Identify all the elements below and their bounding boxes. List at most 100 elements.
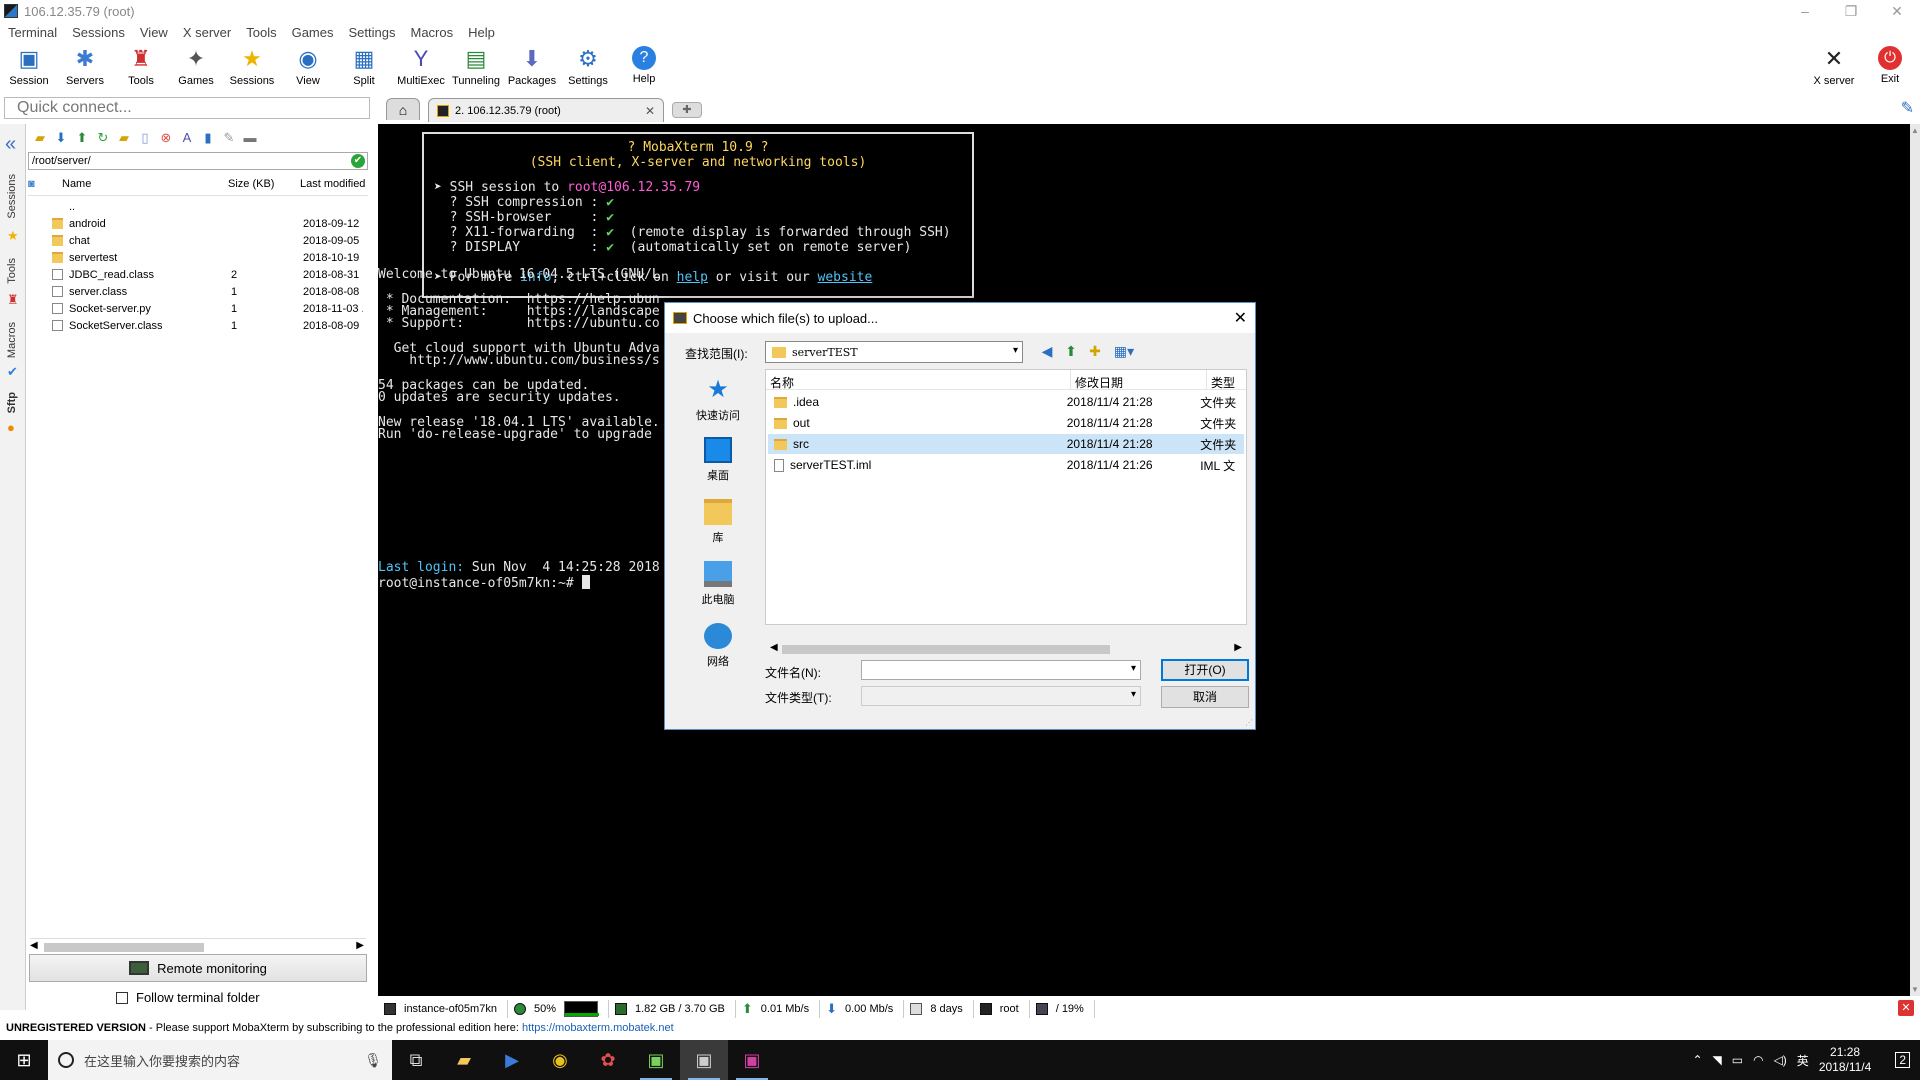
scroll-right-icon[interactable]: ▶ [1234, 642, 1242, 653]
pycharm-button[interactable]: ▣ [632, 1040, 680, 1080]
remote-monitoring-button[interactable]: Remote monitoring [29, 954, 367, 982]
chevron-down-icon[interactable]: ▾ [1131, 663, 1136, 674]
column-name[interactable]: 名称 [766, 370, 1071, 390]
dialog-file-row[interactable]: .idea 2018/11/4 21:28 文件夹 [768, 392, 1244, 412]
close-window-button[interactable]: ✕ [1874, 0, 1920, 22]
up-folder-icon[interactable]: ⬆ [1063, 343, 1079, 359]
website-link[interactable]: website [818, 270, 873, 285]
mobatek-link[interactable]: https://mobaxterm.mobatek.net [522, 1022, 674, 1034]
cancel-button[interactable]: 取消 [1161, 686, 1249, 708]
exit-button[interactable]: ⏻ Exit [1860, 42, 1920, 92]
task-view-button[interactable]: ⧉ [392, 1040, 440, 1080]
prompt-line[interactable]: root@instance-of05m7kn:~# [378, 575, 590, 591]
minimize-button[interactable]: – [1782, 0, 1828, 22]
battery-icon[interactable]: ▭ [1732, 1053, 1743, 1067]
menu-settings[interactable]: Settings [345, 25, 407, 40]
vtab-sftp[interactable]: Sftp [6, 392, 18, 413]
column-name[interactable]: Name [56, 178, 228, 195]
refresh-icon[interactable]: ↻ [95, 130, 111, 146]
mobaxterm-taskbar-button[interactable]: ▣ [680, 1040, 728, 1080]
chevron-down-icon[interactable]: ▾ [1131, 689, 1136, 700]
new-folder-icon[interactable]: ▰ [116, 130, 132, 146]
tools-button[interactable]: ♜ Tools [111, 42, 171, 92]
menu-xserver[interactable]: X server [179, 25, 242, 40]
tab-session-106-12-35-79[interactable]: 2. 106.12.35.79 (root) ✕ [428, 98, 664, 122]
scroll-thumb[interactable] [782, 645, 1110, 654]
filename-input[interactable]: ▾ [861, 660, 1141, 680]
xserver-button[interactable]: ✕ X server [1804, 42, 1864, 92]
menu-sessions[interactable]: Sessions [68, 25, 136, 40]
status-close-icon[interactable]: ✕ [1898, 1000, 1914, 1016]
chrome-button[interactable]: ◉ [536, 1040, 584, 1080]
rename-icon[interactable]: A [179, 130, 195, 146]
back-icon[interactable]: ◀ [1039, 343, 1055, 359]
edit-icon[interactable]: ✎ [221, 130, 237, 146]
taskbar-clock[interactable]: 21:28 2018/11/4 [1819, 1045, 1872, 1075]
menu-macros[interactable]: Macros [406, 25, 464, 40]
help-button[interactable]: ? Help [614, 42, 674, 92]
menu-terminal[interactable]: Terminal [4, 25, 68, 40]
terminal-sync-icon[interactable]: ▬ [242, 130, 258, 146]
vtab-macros[interactable]: Macros [6, 322, 18, 358]
app-button[interactable]: ✿ [584, 1040, 632, 1080]
ime-indicator[interactable]: 英 [1797, 1052, 1809, 1069]
wifi-icon[interactable]: ◠ [1753, 1053, 1763, 1067]
upload-icon[interactable]: ⬆ [74, 130, 90, 146]
scroll-left-icon[interactable]: ◀ [30, 940, 38, 951]
new-file-icon[interactable]: ▯ [137, 130, 153, 146]
sftp-file-row[interactable]: server.class 1 2018-08-08 ... [28, 283, 368, 300]
path-ok-icon[interactable]: ✔ [351, 154, 365, 168]
scroll-left-icon[interactable]: ◀ [770, 642, 778, 653]
view-menu-icon[interactable]: ▦▾ [1111, 343, 1137, 359]
column-type[interactable]: 类型 [1207, 370, 1246, 390]
vtab-tools[interactable]: Tools [6, 258, 18, 284]
menu-view[interactable]: View [136, 25, 179, 40]
start-button[interactable]: ⊞ [0, 1040, 48, 1080]
place-network[interactable]: 网络 [677, 619, 759, 679]
dialog-file-row[interactable]: out 2018/11/4 21:28 文件夹 [768, 413, 1244, 433]
sftp-file-row[interactable]: Socket-server.py 1 2018-11-03 ... [28, 300, 368, 317]
settings-button[interactable]: ⚙ Settings [558, 42, 618, 92]
filter-icon[interactable]: ◙ [28, 178, 35, 190]
place-desktop[interactable]: 桌面 [677, 433, 759, 493]
scroll-down-icon[interactable]: ▼ [1911, 985, 1919, 994]
servers-button[interactable]: ✱ Servers [55, 42, 115, 92]
session-button[interactable]: ▣ Session [0, 42, 59, 92]
intellij-button[interactable]: ▣ [728, 1040, 776, 1080]
restore-button[interactable]: ❐ [1828, 0, 1874, 22]
sftp-path-input[interactable]: /root/server/ ✔ [28, 152, 368, 170]
menu-games[interactable]: Games [288, 25, 345, 40]
sftp-file-row[interactable]: SocketServer.class 1 2018-08-09 ... [28, 317, 368, 334]
download-icon[interactable]: ⬇ [53, 130, 69, 146]
sftp-file-row[interactable]: JDBC_read.class 2 2018-08-31 ... [28, 266, 368, 283]
parent-folder-icon[interactable]: ▰ [32, 130, 48, 146]
dialog-file-row[interactable]: src 2018/11/4 21:28 文件夹 [768, 434, 1244, 454]
new-folder-icon[interactable]: ✚ [1087, 343, 1103, 359]
collapse-sidebar-icon[interactable]: « [5, 134, 16, 154]
look-in-combobox[interactable]: serverTEST ▾ [765, 341, 1023, 363]
sftp-horizontal-scrollbar[interactable]: ◀ ▶ [30, 938, 366, 954]
menu-help[interactable]: Help [464, 25, 506, 40]
open-button[interactable]: 打开(O) [1161, 659, 1249, 681]
menu-tools[interactable]: Tools [242, 25, 287, 40]
place-this-pc[interactable]: 此电脑 [677, 557, 759, 617]
dialog-close-icon[interactable]: ✕ [1234, 308, 1247, 328]
volume-icon[interactable]: ◁) [1774, 1053, 1787, 1067]
place-quick-access[interactable]: ★ 快速访问 [677, 373, 759, 433]
follow-terminal-checkbox[interactable] [116, 991, 128, 1004]
sftp-file-row[interactable]: android 2018-09-12 ... [28, 215, 368, 232]
properties-icon[interactable]: ▮ [200, 130, 216, 146]
scroll-thumb[interactable] [44, 943, 204, 952]
quick-connect-input[interactable]: Quick connect... [4, 97, 370, 119]
column-modified[interactable]: Last modified [300, 178, 368, 195]
sessions-button[interactable]: ★ Sessions [222, 42, 282, 92]
chevron-down-icon[interactable]: ▾ [1013, 345, 1018, 356]
view-button[interactable]: ◉ View [278, 42, 338, 92]
chevron-up-icon[interactable]: ⌃ [1692, 1053, 1702, 1067]
multiexec-button[interactable]: Y MultiExec [391, 42, 451, 92]
filetype-select[interactable]: ▾ [861, 686, 1141, 706]
sftp-file-row[interactable]: chat 2018-09-05 ... [28, 232, 368, 249]
resize-grip-icon[interactable]: ⋰ [1245, 718, 1253, 727]
powershell-button[interactable]: ▶ [488, 1040, 536, 1080]
microphone-icon[interactable]: 🎙 [364, 1052, 382, 1069]
